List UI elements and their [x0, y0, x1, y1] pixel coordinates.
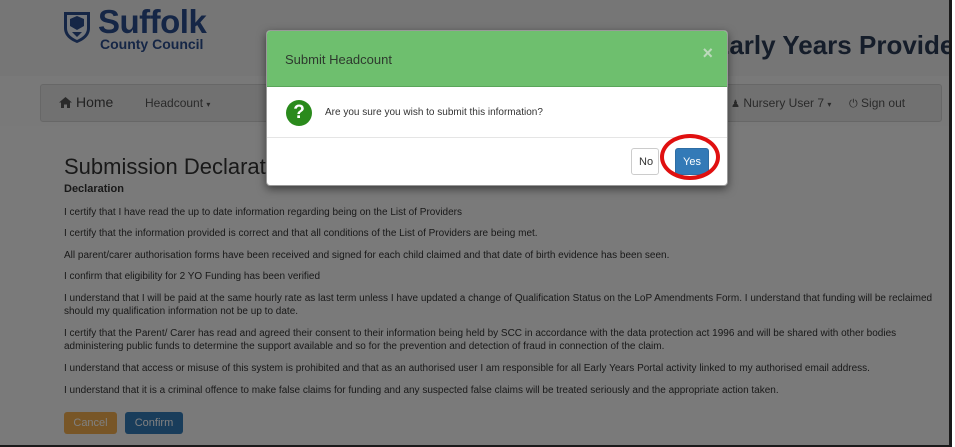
submit-headcount-dialog: Submit Headcount × ? Are you sure you wi…: [266, 30, 728, 186]
question-circle-icon: ?: [286, 100, 312, 126]
question-mark: ?: [293, 102, 305, 123]
app-frame: Suffolk County Council Early Years Provi…: [0, 0, 952, 447]
dialog-title: Submit Headcount: [285, 52, 392, 67]
close-icon[interactable]: ×: [702, 43, 713, 64]
highlight-ring: [660, 134, 720, 180]
no-button[interactable]: No: [631, 148, 659, 175]
dialog-message: Are you sure you wish to submit this inf…: [325, 107, 543, 118]
dialog-header: Submit Headcount ×: [267, 31, 727, 87]
